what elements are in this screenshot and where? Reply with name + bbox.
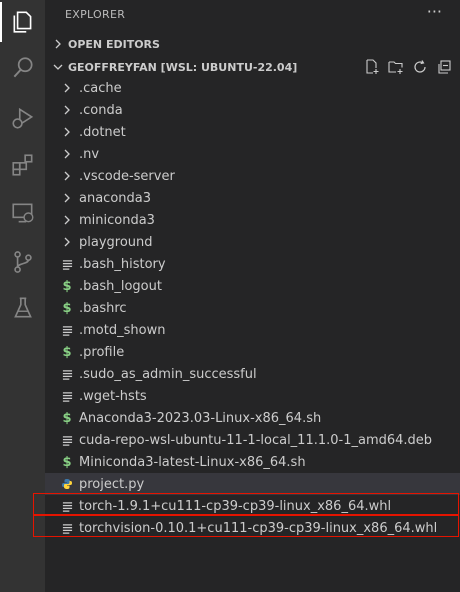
remote-explorer-icon [11, 203, 33, 223]
explorer-title: EXPLORER [65, 8, 126, 21]
workspace-label: GEOFFREYFAN [WSL: UBUNTU-22.04] [68, 60, 298, 74]
file-item[interactable]: $ .bashrc [45, 297, 460, 319]
collapse-all-icon[interactable] [436, 59, 452, 75]
beaker-icon [13, 297, 32, 318]
explorer-sidebar: EXPLORER ··· OPEN EDITORS GEOFFREYFAN [W… [33, 0, 460, 592]
tree-item-label: Miniconda3-latest-Linux-x86_64.sh [79, 454, 306, 470]
tree-item-label: Anaconda3-2023.03-Linux-x86_64.sh [79, 410, 322, 426]
new-file-icon[interactable] [364, 59, 380, 75]
shell-file-icon: $ [62, 344, 72, 360]
folder-item[interactable]: .vscode-server [45, 165, 460, 187]
tree-item-label: .dotnet [79, 124, 126, 140]
tree-item-label: .conda [79, 102, 123, 118]
source-control-icon [13, 251, 32, 273]
testing-activity-button[interactable] [0, 288, 45, 328]
shell-file-icon: $ [62, 278, 72, 294]
file-item[interactable]: cuda-repo-wsl-ubuntu-11-1-local_11.1.0-1… [45, 429, 460, 451]
explorer-activity-button[interactable] [0, 2, 45, 42]
extensions-icon [11, 154, 32, 176]
chevron-right-icon [61, 77, 73, 99]
chevron-right-icon [48, 39, 68, 49]
highlight-box [33, 493, 459, 515]
run-debug-icon [11, 107, 33, 129]
tree-item-label: .bash_history [79, 256, 166, 272]
file-item[interactable]: .bash_history [45, 253, 460, 275]
tree-item-label: miniconda3 [79, 212, 155, 228]
file-item[interactable]: .motd_shown [45, 319, 460, 341]
chevron-right-icon [61, 209, 73, 231]
chevron-right-icon [61, 231, 73, 253]
files-icon [13, 11, 31, 33]
folder-item[interactable]: .dotnet [45, 121, 460, 143]
folder-item[interactable]: .cache [45, 77, 460, 99]
shell-file-icon: $ [62, 454, 72, 470]
file-item[interactable]: $ .profile [45, 341, 460, 363]
refresh-icon[interactable] [412, 59, 428, 75]
tree-item-label: .wget-hsts [79, 388, 147, 404]
chevron-right-icon [61, 165, 73, 187]
workspace-toolbar [364, 56, 452, 78]
file-item[interactable]: $ Anaconda3-2023.03-Linux-x86_64.sh [45, 407, 460, 429]
text-file-icon [61, 363, 73, 385]
tree-item-label: .motd_shown [79, 322, 166, 338]
new-folder-icon[interactable] [388, 59, 404, 75]
more-actions-icon[interactable]: ··· [427, 2, 442, 21]
python-file-icon [61, 473, 73, 495]
search-icon [13, 57, 33, 78]
text-file-icon [61, 429, 73, 451]
chevron-down-icon [48, 62, 68, 72]
extensions-activity-button[interactable] [0, 145, 45, 185]
text-file-icon [61, 253, 73, 275]
folder-item[interactable]: .nv [45, 143, 460, 165]
tree-item-label: project.py [79, 476, 145, 492]
chevron-right-icon [61, 187, 73, 209]
open-editors-header[interactable]: OPEN EDITORS [45, 33, 460, 55]
file-item[interactable]: $ Miniconda3-latest-Linux-x86_64.sh [45, 451, 460, 473]
file-item[interactable]: .wget-hsts [45, 385, 460, 407]
tree-item-label: .bash_logout [79, 278, 162, 294]
run-debug-activity-button[interactable] [0, 98, 45, 138]
search-activity-button[interactable] [0, 48, 45, 88]
tree-item-label: playground [79, 234, 153, 250]
file-item[interactable]: project.py [45, 473, 460, 495]
tree-item-label: .nv [79, 146, 100, 162]
chevron-right-icon [61, 99, 73, 121]
highlight-box [33, 515, 459, 537]
chevron-right-icon [61, 121, 73, 143]
tree-item-label: .bashrc [79, 300, 127, 316]
tree-item-label: .cache [79, 80, 122, 96]
shell-file-icon: $ [62, 300, 72, 316]
text-file-icon [61, 385, 73, 407]
remote-explorer-activity-button[interactable] [0, 193, 45, 233]
folder-item[interactable]: miniconda3 [45, 209, 460, 231]
open-editors-label: OPEN EDITORS [68, 37, 160, 51]
folder-item[interactable]: anaconda3 [45, 187, 460, 209]
tree-item-label: anaconda3 [79, 190, 152, 206]
folder-item[interactable]: playground [45, 231, 460, 253]
file-item[interactable]: $ .bash_logout [45, 275, 460, 297]
source-control-activity-button[interactable] [0, 242, 45, 282]
chevron-right-icon [61, 143, 73, 165]
file-item[interactable]: .sudo_as_admin_successful [45, 363, 460, 385]
tree-item-label: .vscode-server [79, 168, 175, 184]
tree-item-label: .sudo_as_admin_successful [79, 366, 257, 382]
shell-file-icon: $ [62, 410, 72, 426]
text-file-icon [61, 319, 73, 341]
folder-item[interactable]: .conda [45, 99, 460, 121]
tree-item-label: cuda-repo-wsl-ubuntu-11-1-local_11.1.0-1… [79, 432, 433, 448]
workspace-header[interactable]: GEOFFREYFAN [WSL: UBUNTU-22.04] [45, 56, 460, 78]
tree-item-label: .profile [79, 344, 125, 360]
